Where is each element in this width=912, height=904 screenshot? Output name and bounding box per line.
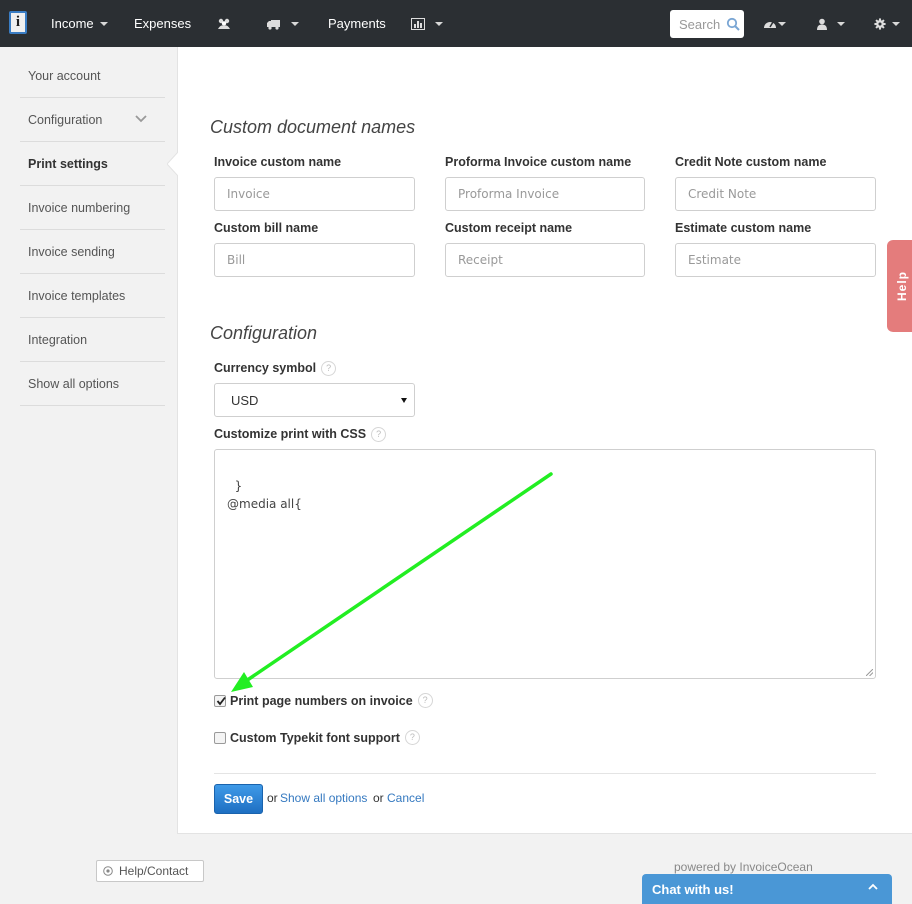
- help-question-icon[interactable]: ?: [417, 693, 433, 708]
- chevron-down-icon: [435, 21, 443, 26]
- nav-clients[interactable]: [217, 0, 231, 47]
- page-numbers-checkbox[interactable]: [214, 694, 226, 707]
- estimate-name-label: Estimate custom name: [675, 221, 812, 235]
- sidebar-item-invoice-templates[interactable]: Invoice templates: [20, 274, 165, 318]
- nav-payments-label: Payments: [328, 16, 386, 31]
- or-text: or: [267, 791, 278, 805]
- nav-income-label: Income: [51, 16, 94, 31]
- page-numbers-option[interactable]: Print page numbers on invoice ?: [214, 693, 433, 708]
- custom-css-content: } @media all{: [227, 479, 302, 511]
- currency-select-value: USD: [231, 393, 259, 408]
- settings-sidebar: Your account Configuration Print setting…: [20, 54, 165, 406]
- credit-note-name-input[interactable]: [675, 177, 876, 211]
- show-all-options-link[interactable]: Show all options: [280, 791, 367, 805]
- help-circle-icon: [103, 866, 113, 876]
- search-input[interactable]: [670, 10, 730, 38]
- dropdown-arrow-icon: [401, 398, 407, 403]
- cancel-link[interactable]: Cancel: [387, 791, 424, 805]
- user-menu[interactable]: [815, 0, 845, 47]
- reports-chart-icon: [411, 17, 425, 30]
- active-item-pointer: [167, 152, 178, 176]
- sidebar-item-integration[interactable]: Integration: [20, 318, 165, 362]
- credit-note-name-label: Credit Note custom name: [675, 155, 827, 169]
- form-divider: [214, 773, 876, 774]
- help-contact-button[interactable]: Help/Contact: [96, 860, 204, 882]
- top-navbar: i Income Expenses Payments: [0, 0, 912, 47]
- powered-by-text: powered by InvoiceOcean: [674, 860, 813, 874]
- dashboard-menu[interactable]: [763, 0, 786, 47]
- help-question-icon[interactable]: ?: [321, 361, 337, 377]
- sidebar-item-show-all-options[interactable]: Show all options: [20, 362, 165, 406]
- custom-names-heading: Custom document names: [210, 117, 416, 137]
- typekit-label: Custom Typekit font support: [230, 730, 400, 745]
- proforma-name-label: Proforma Invoice custom name: [445, 155, 632, 169]
- sidebar-item-print-settings[interactable]: Print settings: [20, 142, 165, 186]
- sidebar-item-your-account[interactable]: Your account: [20, 54, 165, 98]
- chevron-up-icon: [868, 883, 878, 890]
- nav-expenses[interactable]: Expenses: [134, 0, 191, 47]
- nav-reports[interactable]: [411, 0, 443, 47]
- settings-menu[interactable]: [873, 0, 900, 47]
- help-contact-label: Help/Contact: [119, 864, 189, 878]
- clients-icon: [218, 18, 230, 29]
- help-tab[interactable]: Help: [887, 240, 912, 332]
- currency-select[interactable]: USD: [214, 383, 415, 417]
- currency-symbol-label: Currency symbol?: [214, 361, 337, 377]
- sidebar-item-configuration[interactable]: Configuration: [20, 98, 165, 142]
- save-button[interactable]: Save: [214, 784, 263, 814]
- help-tab-label: Help: [895, 270, 909, 302]
- sidebar-item-invoice-sending[interactable]: Invoice sending: [20, 230, 165, 274]
- search-box: [670, 10, 744, 38]
- proforma-name-input[interactable]: [445, 177, 645, 211]
- chevron-down-icon: [778, 21, 786, 26]
- estimate-name-input[interactable]: [675, 243, 876, 277]
- help-question-icon[interactable]: ?: [404, 730, 420, 745]
- nav-payments[interactable]: Payments: [328, 0, 386, 47]
- receipt-name-label: Custom receipt name: [445, 221, 573, 235]
- sidebar-item-invoice-numbering[interactable]: Invoice numbering: [20, 186, 165, 230]
- typekit-checkbox[interactable]: [214, 731, 226, 744]
- css-label: Customize print with CSS?: [214, 427, 387, 443]
- user-icon: [817, 18, 827, 30]
- page-numbers-label: Print page numbers on invoice: [230, 693, 413, 708]
- currency-symbol-label-text: Currency symbol: [214, 361, 317, 375]
- typekit-option[interactable]: Custom Typekit font support ?: [214, 730, 420, 745]
- resize-handle-icon[interactable]: [866, 669, 873, 676]
- chevron-down-icon: [837, 21, 845, 26]
- app-logo[interactable]: i: [9, 11, 27, 34]
- sidebar-item-label: Configuration: [28, 113, 103, 127]
- custom-css-textarea[interactable]: } @media all{: [214, 449, 876, 679]
- nav-products[interactable]: [267, 0, 299, 47]
- invoice-name-label: Invoice custom name: [214, 155, 342, 169]
- nav-expenses-label: Expenses: [134, 16, 192, 31]
- truck-icon: [267, 19, 280, 30]
- chevron-down-icon: [291, 21, 299, 26]
- help-question-icon[interactable]: ?: [371, 427, 387, 443]
- chevron-down-icon: [99, 21, 108, 26]
- chevron-down-icon: [135, 115, 147, 123]
- configuration-heading: Configuration: [210, 323, 318, 343]
- bill-name-label: Custom bill name: [214, 221, 319, 235]
- checkmark-icon: [216, 696, 226, 705]
- css-label-text: Customize print with CSS: [214, 427, 367, 441]
- dashboard-icon: [764, 21, 776, 28]
- chat-widget-bar[interactable]: Chat with us!: [642, 874, 892, 904]
- or-text: or: [373, 791, 384, 805]
- invoice-name-input[interactable]: [214, 177, 415, 211]
- bill-name-input[interactable]: [214, 243, 415, 277]
- receipt-name-input[interactable]: [445, 243, 645, 277]
- settings-gear-icon: [874, 17, 886, 30]
- chevron-down-icon: [892, 21, 900, 26]
- search-icon[interactable]: [726, 17, 740, 31]
- nav-income[interactable]: Income: [51, 0, 108, 47]
